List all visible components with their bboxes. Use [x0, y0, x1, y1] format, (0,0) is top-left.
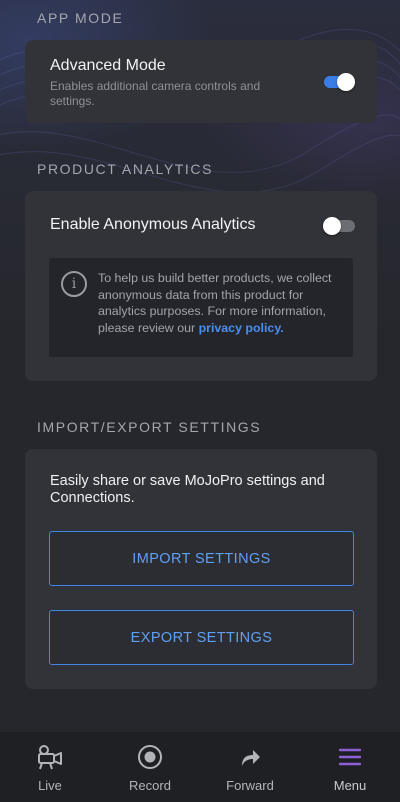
privacy-policy-link[interactable]: privacy policy [199, 321, 281, 335]
info-icon: i [61, 271, 87, 297]
export-settings-button[interactable]: EXPORT SETTINGS [49, 610, 354, 665]
advanced-mode-card: Advanced Mode Enables additional camera … [25, 40, 377, 123]
advanced-mode-toggle[interactable] [324, 73, 355, 91]
forward-arrow-icon [242, 750, 260, 766]
nav-item-forward[interactable]: Forward [200, 732, 300, 802]
product-analytics-header: PRODUCT ANALYTICS [37, 161, 214, 177]
nav-item-live[interactable]: Live [0, 732, 100, 802]
menu-icon [338, 748, 362, 766]
camera-icon [38, 745, 62, 770]
nav-label-forward: Forward [226, 778, 274, 793]
analytics-card: Enable Anonymous Analytics i To help us … [25, 191, 377, 381]
analytics-toggle[interactable] [323, 217, 355, 235]
bottom-nav: Live Record Forward Menu [0, 732, 400, 802]
import-export-description: Easily share or save MoJoPro settings an… [50, 473, 325, 506]
nav-label-live: Live [38, 778, 62, 793]
analytics-info-text: To help us build better products, we col… [98, 270, 348, 336]
nav-item-record[interactable]: Record [100, 732, 200, 802]
app-mode-header: APP MODE [37, 10, 124, 26]
import-settings-button[interactable]: IMPORT SETTINGS [49, 531, 354, 586]
record-icon [138, 745, 162, 769]
analytics-info-box: i To help us build better products, we c… [49, 258, 353, 357]
import-export-card: Easily share or save MoJoPro settings an… [25, 449, 377, 689]
advanced-mode-title: Advanced Mode [50, 57, 166, 74]
advanced-mode-description: Enables additional camera controls and s… [50, 79, 261, 108]
info-suffix: . [280, 320, 284, 335]
nav-item-menu[interactable]: Menu [300, 732, 400, 802]
analytics-title: Enable Anonymous Analytics [50, 216, 256, 233]
import-export-header: IMPORT/EXPORT SETTINGS [37, 419, 262, 435]
nav-label-menu: Menu [333, 778, 367, 793]
toggle-knob [337, 73, 355, 91]
nav-label-record: Record [129, 778, 171, 793]
toggle-knob [323, 217, 341, 235]
